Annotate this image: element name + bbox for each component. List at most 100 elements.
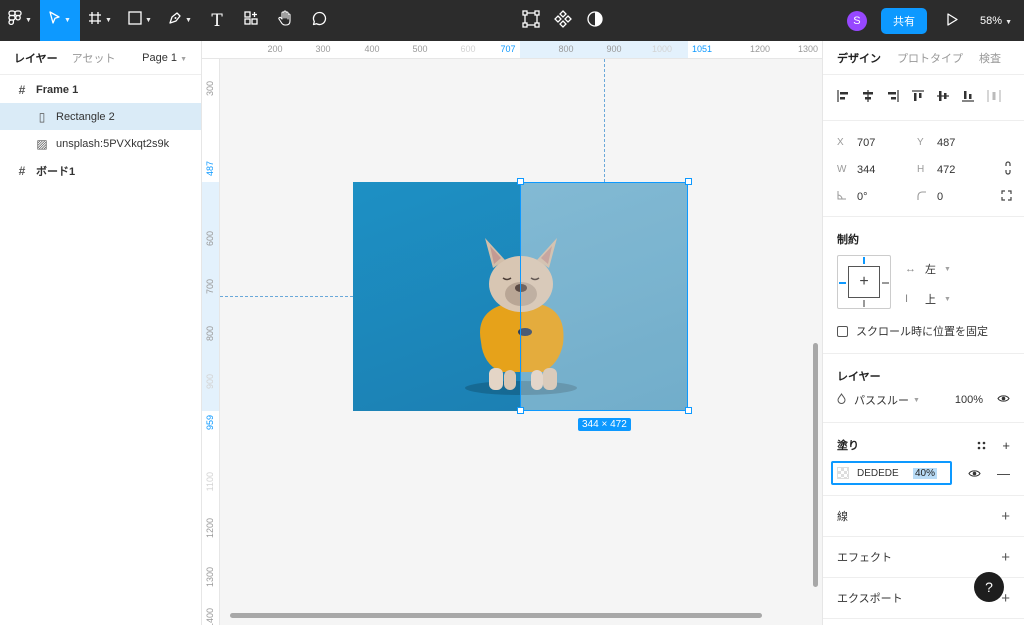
figma-menu-button[interactable]: ▼ — [0, 0, 40, 41]
figma-menu-icon — [8, 10, 22, 31]
plus-icon: + — [848, 266, 880, 298]
export-title: エクスポート — [837, 593, 903, 605]
layer-title: レイヤー — [837, 371, 881, 383]
fill-opacity[interactable]: 40% — [913, 467, 938, 479]
ruler-tick-label: 200 — [267, 44, 283, 54]
move-tool-button[interactable]: ▼ — [40, 0, 80, 41]
fill-title: 塗り — [837, 440, 859, 452]
chevron-down-icon: ▼ — [185, 17, 192, 24]
pen-tool-button[interactable]: ▼ — [160, 0, 200, 41]
eye-icon[interactable] — [997, 394, 1010, 406]
align-bottom-icon[interactable] — [962, 90, 974, 105]
resize-handle-top-left[interactable] — [517, 178, 524, 185]
layer-opacity[interactable]: 100% — [955, 394, 983, 406]
w-label: W — [837, 164, 847, 175]
rotation-field[interactable]: 0° — [837, 190, 917, 203]
chevron-down-icon: ▼ — [944, 295, 951, 303]
add-fill-icon[interactable]: + — [1002, 438, 1010, 453]
zoom-dropdown[interactable]: 58% ▼ — [980, 15, 1012, 27]
fill-swatch[interactable] — [837, 467, 849, 479]
page-selector[interactable]: Page 1 ▼ — [142, 52, 187, 64]
vertical-constraint-select[interactable]: I 上 ▼ — [905, 291, 951, 307]
stroke-section: 線 + — [823, 496, 1024, 537]
y-field[interactable]: Y 487 — [917, 137, 997, 149]
shape-tool-button[interactable]: ▼ — [120, 0, 160, 41]
tab-prototype[interactable]: プロトタイプ — [897, 50, 963, 66]
ruler-tick-label: 300 — [205, 81, 215, 97]
constraint-widget[interactable]: + — [837, 255, 891, 309]
ruler-tick-label: 1300 — [797, 44, 819, 54]
effects-title: エフェクト — [837, 552, 892, 564]
align-top-icon[interactable] — [912, 90, 924, 105]
layer-row[interactable]: # ボード1 — [0, 157, 201, 184]
distribute-icon[interactable] — [987, 90, 1001, 105]
w-value: 344 — [857, 163, 876, 176]
align-h-center-icon[interactable] — [862, 90, 874, 105]
alignment-row — [823, 75, 1024, 121]
corner-radius-field[interactable]: 0 — [917, 191, 997, 203]
remove-fill-icon[interactable]: — — [997, 466, 1010, 481]
avatar[interactable]: S — [846, 10, 867, 31]
tab-inspect[interactable]: 検査 — [979, 50, 1001, 66]
resources-button[interactable] — [234, 0, 268, 41]
horizontal-constraint-select[interactable]: ↔ 左 ▼ — [905, 261, 951, 277]
rectangle-2-selection[interactable] — [520, 182, 688, 411]
align-right-icon[interactable] — [887, 90, 899, 105]
resize-handle-bottom-right[interactable] — [685, 407, 692, 414]
frame-tool-button[interactable]: ▼ — [80, 0, 120, 41]
independent-corners-icon[interactable] — [1001, 189, 1012, 204]
ruler-tick-label: 487 — [205, 161, 215, 177]
add-effect-icon[interactable]: + — [1001, 549, 1010, 566]
x-value: 707 — [857, 136, 876, 149]
styles-icon[interactable] — [977, 438, 986, 453]
comment-tool-button[interactable] — [302, 0, 336, 41]
vertical-scrollbar[interactable] — [813, 343, 818, 587]
design-panel-tabs: デザイン プロトタイプ 検査 — [823, 41, 1024, 75]
horizontal-scrollbar[interactable] — [230, 613, 762, 618]
component-instance-icon[interactable] — [522, 10, 540, 31]
corner-radius-value: 0 — [937, 190, 944, 203]
ruler-left: 300 487 600 700 800 900 959 1100 1200 1300 1400 — [202, 59, 220, 625]
resize-handle-top-right[interactable] — [685, 178, 692, 185]
help-button[interactable]: ? — [974, 572, 1004, 602]
guide-line-vertical — [604, 59, 605, 182]
ruler-tick-label: 300 — [315, 44, 331, 54]
fill-hex[interactable]: DEDEDE — [857, 468, 913, 479]
blend-mode-select[interactable]: パススルー — [854, 392, 909, 408]
rotation-icon — [837, 190, 857, 203]
tab-assets[interactable]: アセット — [72, 50, 116, 66]
resize-handle-bottom-left[interactable] — [517, 407, 524, 414]
horizontal-constraint-value: 左 — [925, 264, 936, 276]
dimension-label: 344 × 472 — [578, 418, 631, 431]
mask-icon[interactable] — [586, 10, 604, 31]
create-component-icon[interactable] — [554, 10, 572, 31]
tab-design[interactable]: デザイン — [837, 50, 881, 66]
constrain-proportions-icon[interactable] — [1004, 161, 1012, 178]
w-field[interactable]: W 344 — [837, 164, 917, 176]
h-field[interactable]: H 472 — [917, 164, 997, 176]
rotation-value: 0° — [857, 190, 868, 203]
align-left-icon[interactable] — [837, 90, 849, 105]
constraints-title: 制約 — [837, 234, 859, 246]
ruler-tick-label: 700 — [205, 279, 215, 295]
ruler-tick-label: 959 — [205, 415, 215, 431]
hand-tool-button[interactable] — [268, 0, 302, 41]
present-play-icon[interactable] — [947, 12, 958, 29]
x-field[interactable]: X 707 — [837, 137, 917, 149]
layer-row[interactable]: # Frame 1 — [0, 76, 201, 103]
eye-icon[interactable] — [968, 466, 981, 481]
align-v-center-icon[interactable] — [937, 90, 949, 105]
chevron-down-icon: ▼ — [145, 17, 152, 24]
share-button[interactable]: 共有 — [880, 7, 927, 34]
text-tool-button[interactable]: T — [200, 0, 234, 41]
h-value: 472 — [937, 163, 956, 176]
add-stroke-icon[interactable]: + — [1001, 508, 1010, 525]
fix-position-checkbox[interactable] — [837, 325, 848, 337]
toolbar-right: S 共有 58% ▼ — [846, 0, 1024, 41]
layer-section: レイヤー パススルー ▼ 100% — [823, 354, 1024, 423]
layer-row[interactable]: ▨ unsplash:5PVXkqt2s9k — [0, 130, 201, 157]
ruler-tick-label: 900 — [205, 374, 215, 390]
tab-layers[interactable]: レイヤー — [14, 50, 58, 66]
fill-input[interactable]: DEDEDE 40% — [831, 461, 952, 485]
layer-row[interactable]: ▯ Rectangle 2 — [0, 103, 201, 130]
